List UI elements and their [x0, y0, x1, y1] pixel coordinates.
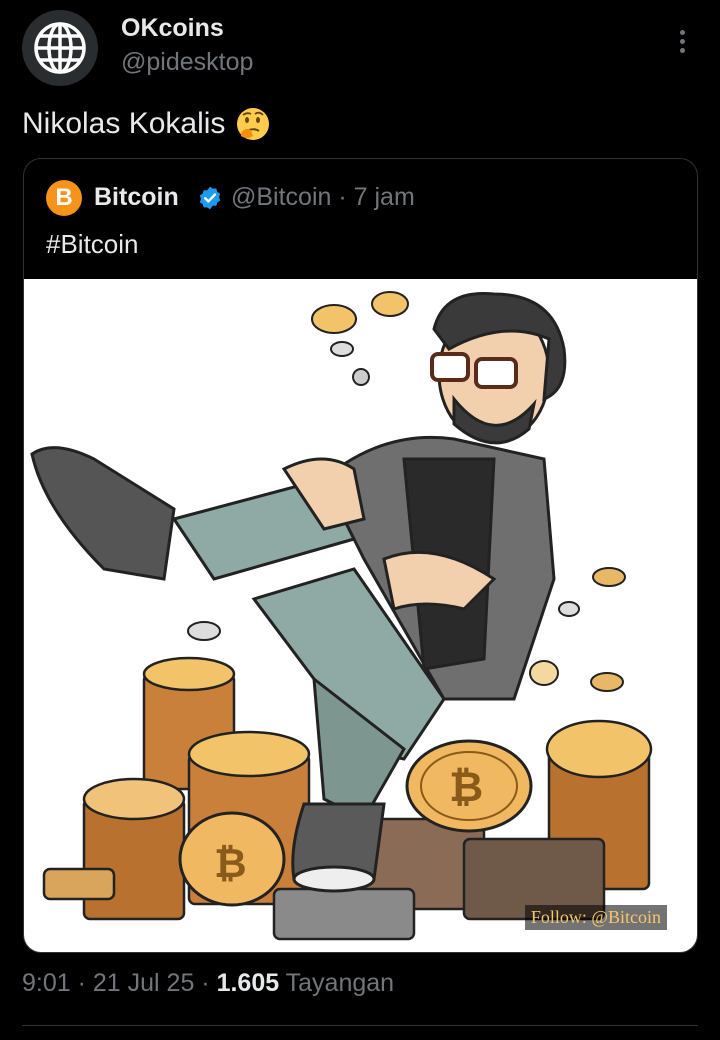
- quoted-tweet-text[interactable]: #Bitcoin: [46, 229, 139, 260]
- author-handle[interactable]: @pidesktop: [121, 48, 253, 77]
- quoted-meta: @Bitcoin · 7 jam: [231, 183, 415, 212]
- tweet-date[interactable]: 21 Jul 25: [93, 969, 194, 997]
- quoted-tweet-card[interactable]: B Bitcoin @Bitcoin · 7 jam #Bitcoin ₿ ₿ …: [23, 158, 698, 953]
- dot-icon: [679, 29, 685, 35]
- author-name[interactable]: OKcoins: [121, 14, 224, 43]
- quoted-time[interactable]: 7 jam: [354, 183, 415, 211]
- dot-icon: [679, 47, 685, 53]
- svg-text:₿: ₿: [449, 762, 483, 811]
- bitcoin-avatar[interactable]: B: [46, 180, 82, 216]
- meta-separator: ·: [338, 183, 347, 211]
- divider: [22, 1025, 698, 1026]
- more-options-button[interactable]: [668, 26, 696, 56]
- cartoon-man-on-coins-illustration: ₿ ₿: [30, 291, 653, 941]
- tweet-text-content: Nikolas Kokalis: [22, 107, 226, 140]
- tweet-footer: 9:01 · 21 Jul 25 · 1.605 Tayangan: [22, 969, 394, 998]
- views-label: Tayangan: [279, 969, 395, 997]
- svg-text:₿: ₿: [214, 841, 247, 887]
- view-count: 1.605: [216, 969, 280, 997]
- quoted-author-name[interactable]: Bitcoin: [94, 183, 179, 212]
- quoted-author-handle[interactable]: @Bitcoin: [231, 183, 331, 211]
- tweet-time[interactable]: 9:01: [22, 969, 71, 997]
- footer-separator: ·: [70, 969, 93, 997]
- thinking-face-icon: [237, 108, 270, 140]
- footer-separator: ·: [194, 969, 217, 997]
- tweet-image[interactable]: ₿ ₿ Follow: @Bitcoin: [24, 279, 697, 952]
- verified-badge-icon: [199, 186, 221, 210]
- globe-icon: [34, 22, 86, 74]
- tweet-text: Nikolas Kokalis: [22, 106, 271, 142]
- dot-icon: [679, 38, 685, 44]
- image-watermark: Follow: @Bitcoin: [524, 905, 667, 930]
- author-avatar[interactable]: [22, 10, 98, 86]
